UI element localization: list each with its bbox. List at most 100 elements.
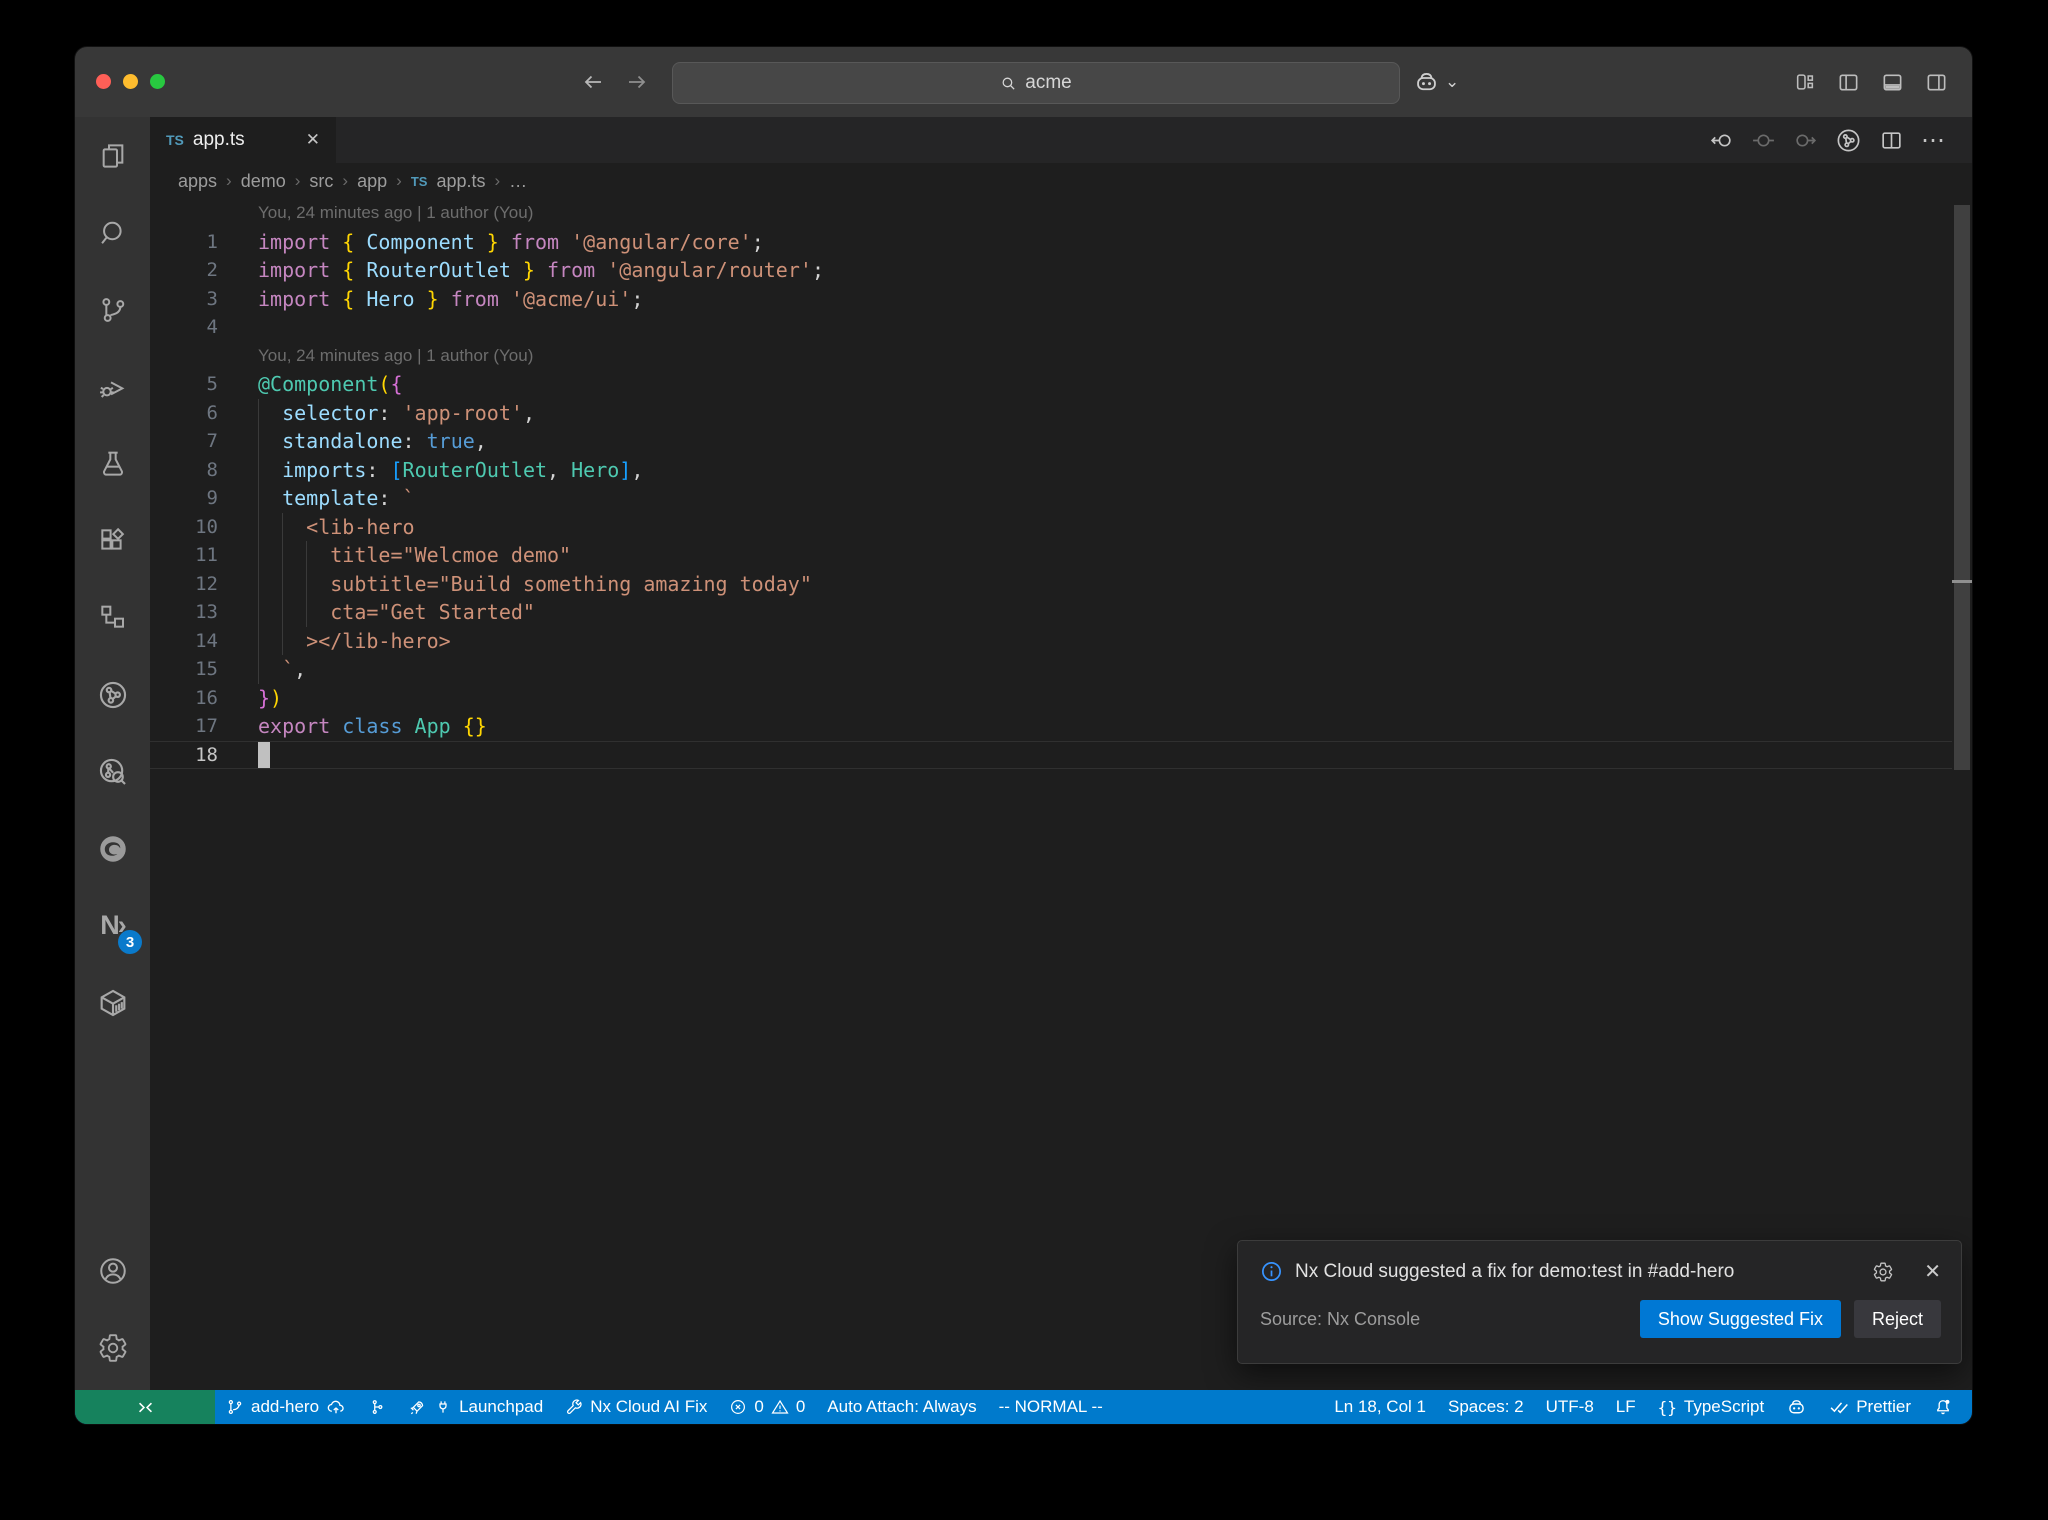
line-number[interactable]: 15 [150,655,218,684]
edge-browser-icon[interactable] [75,810,150,887]
code-line[interactable]: 9 template: ` [150,484,1952,513]
chevron-down-icon[interactable]: ⌄ [1445,72,1459,92]
git-blame-text[interactable]: You, 24 minutes ago | 1 author (You) [258,342,1952,371]
code-line[interactable]: 3 import { Hero } from '@acme/ui'; [150,285,1952,314]
navigate-forward-icon[interactable] [625,70,649,94]
run-debug-icon[interactable] [75,348,150,425]
line-number[interactable]: 2 [150,256,218,285]
code-line[interactable]: 4 [150,313,1952,342]
explorer-icon[interactable] [75,117,150,194]
nav-back-circle-icon[interactable] [1709,128,1734,153]
nx-project-graph-icon[interactable] [75,656,150,733]
testing-icon[interactable] [75,425,150,502]
status-branch[interactable]: add-hero [215,1390,357,1424]
split-editor-icon[interactable] [1879,128,1904,153]
notification-settings-gear-icon[interactable] [1872,1261,1894,1283]
status-formatter[interactable]: Prettier [1818,1390,1922,1424]
line-number[interactable]: 8 [150,456,218,485]
status-notifications-bell[interactable] [1922,1390,1964,1424]
code-line-text[interactable]: selector: 'app-root', [258,398,1952,427]
code-line-text[interactable]: @Component({ [258,370,1952,399]
code-line[interactable]: 2 import { RouterOutlet } from '@angular/… [150,256,1952,285]
code-line-text[interactable]: <lib-hero [258,512,1952,541]
code-line[interactable]: 18 [150,741,1952,770]
extensions-icon[interactable] [75,502,150,579]
code-line[interactable]: 7 standalone: true, [150,427,1952,456]
code-line-text[interactable]: template: ` [258,484,1952,513]
nx-graph-action-icon[interactable] [1835,127,1862,154]
status-nx-cloud-fix[interactable]: Nx Cloud AI Fix [554,1390,718,1424]
code-line-text[interactable]: standalone: true, [258,427,1952,456]
nav-forward-circle-icon[interactable] [1793,128,1818,153]
code-line-text[interactable]: import { RouterOutlet } from '@angular/r… [258,256,1952,285]
code-line[interactable]: 6 selector: 'app-root', [150,398,1952,428]
line-number[interactable]: 5 [150,370,218,399]
line-number[interactable]: 3 [150,285,218,314]
customize-layout-icon[interactable] [1794,71,1816,93]
line-number[interactable]: 13 [150,598,218,627]
code-line[interactable]: 14 ></lib-hero> [150,626,1952,656]
reject-button[interactable]: Reject [1853,1300,1941,1338]
line-number[interactable]: 16 [150,684,218,713]
containers-icon[interactable] [75,964,150,1041]
code-line-text[interactable]: cta="Get Started" [258,598,1952,627]
status-cursor-position[interactable]: Ln 18, Col 1 [1323,1390,1437,1424]
code-line-text[interactable]: import { Hero } from '@acme/ui'; [258,285,1952,314]
code-line-text[interactable]: title="Welcmoe demo" [258,541,1952,570]
toggle-sidebar-right-icon[interactable] [1925,71,1948,94]
code-line-text[interactable]: import { Component } from '@angular/core… [258,228,1952,257]
accounts-icon[interactable] [75,1232,150,1309]
editor-scrollbar[interactable] [1952,199,1972,1390]
code-line-text[interactable]: `, [258,655,1952,684]
notification-close-icon[interactable]: ✕ [1924,1259,1941,1284]
line-number[interactable]: 18 [150,741,218,770]
remote-indicator[interactable] [75,1390,215,1424]
line-number[interactable]: 14 [150,627,218,656]
status-indentation[interactable]: Spaces: 2 [1437,1390,1535,1424]
code-line[interactable]: 15 `, [150,655,1952,684]
settings-gear-icon[interactable] [75,1309,150,1386]
line-number[interactable] [150,199,218,228]
code-line[interactable]: 11 title="Welcmoe demo" [150,541,1952,570]
line-number[interactable]: 4 [150,313,218,342]
git-blame-text[interactable]: You, 24 minutes ago | 1 author (You) [258,199,1952,228]
breadcrumb-item[interactable]: demo [241,171,286,192]
code-line[interactable]: 17 export class App {} [150,712,1952,741]
toggle-sidebar-left-icon[interactable] [1837,71,1860,94]
zoom-window-button[interactable] [150,74,165,89]
status-eol[interactable]: LF [1605,1390,1647,1424]
blame-annotation[interactable]: You, 24 minutes ago | 1 author (You) [150,199,1952,228]
breadcrumb-item[interactable]: src [309,171,333,192]
code-line[interactable]: 5 @Component({ [150,370,1952,399]
nav-position-icon[interactable] [1751,128,1776,153]
breadcrumb-item[interactable]: … [509,171,527,192]
blame-annotation[interactable]: You, 24 minutes ago | 1 author (You) [150,342,1952,371]
show-suggested-fix-button[interactable]: Show Suggested Fix [1639,1300,1841,1338]
code-line[interactable]: 12 subtitle="Build something amazing tod… [150,569,1952,598]
breadcrumb-item[interactable]: app.ts [436,171,485,192]
status-copilot[interactable] [1775,1390,1818,1424]
copilot-icon[interactable] [1413,69,1440,96]
tab-app-ts[interactable]: TS app.ts ✕ [150,117,336,163]
code-line[interactable]: 1 import { Component } from '@angular/cor… [150,228,1952,257]
breadcrumb-item[interactable]: apps [178,171,217,192]
line-number[interactable]: 17 [150,712,218,741]
line-number[interactable]: 9 [150,484,218,513]
code-line[interactable]: 10 <lib-hero [150,512,1952,542]
code-line[interactable]: 13 cta="Get Started" [150,598,1952,627]
project-structure-icon[interactable] [75,579,150,656]
code-line[interactable]: 8 imports: [RouterOutlet, Hero], [150,455,1952,485]
minimize-window-button[interactable] [123,74,138,89]
nx-console-icon[interactable]: N› 3 [75,887,150,964]
command-center-search[interactable]: acme [672,62,1400,104]
status-problems[interactable]: 0 0 [718,1390,816,1424]
close-window-button[interactable] [96,74,111,89]
line-number[interactable]: 10 [150,513,218,542]
status-vim-mode[interactable]: -- NORMAL -- [988,1390,1114,1424]
code-editor[interactable]: You, 24 minutes ago | 1 author (You) 1 imp… [150,199,1972,1390]
code-line-text[interactable]: subtitle="Build something amazing today" [258,569,1952,598]
line-number[interactable]: 1 [150,228,218,257]
project-details-icon[interactable] [75,733,150,810]
line-number[interactable]: 6 [150,399,218,428]
code-line[interactable]: 16}) [150,684,1952,713]
